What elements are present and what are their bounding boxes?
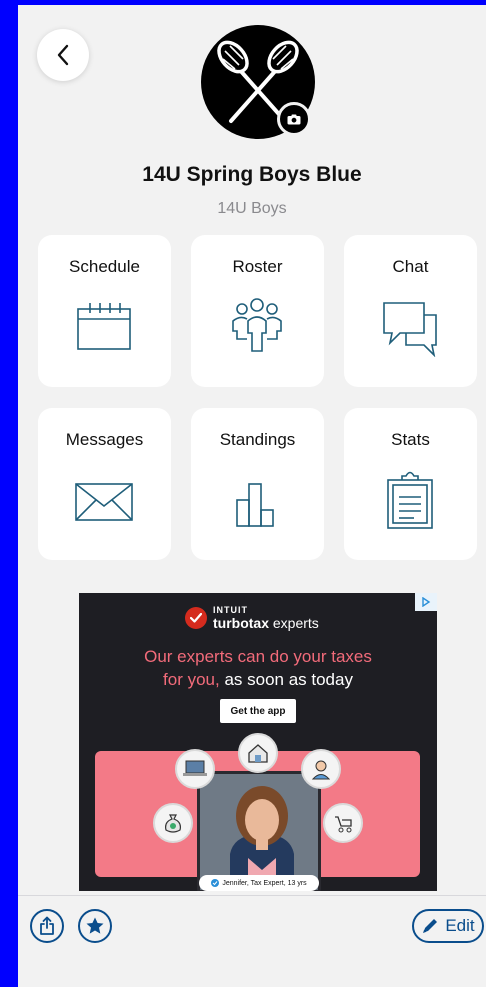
ad-headline: Our experts can do your taxes for you, a… — [79, 645, 437, 691]
tile-stats[interactable]: Stats — [344, 408, 477, 560]
turbotax-logo: INTUIT turbotax experts — [185, 605, 319, 631]
change-photo-button[interactable] — [277, 102, 311, 136]
ad-brand-top: INTUIT — [213, 605, 248, 615]
chevron-left-icon — [57, 44, 69, 66]
expert-caption: Jennifer, Tax Expert, 13 yrs — [199, 875, 319, 891]
tile-label: Schedule — [69, 257, 140, 276]
tile-schedule[interactable]: Schedule — [38, 235, 171, 387]
calendar-icon — [77, 303, 131, 350]
tile-standings[interactable]: Standings — [191, 408, 324, 560]
ad-brand-rest: experts — [269, 615, 319, 631]
ad-brand-bold: turbotax — [213, 615, 269, 631]
team-division: 14U Boys — [217, 200, 287, 217]
star-icon — [86, 917, 104, 934]
envelope-icon — [75, 483, 133, 521]
edit-button[interactable]: Edit — [412, 909, 484, 943]
pencil-icon — [423, 919, 438, 933]
chat-bubbles-icon — [383, 302, 437, 357]
laptop-icon — [175, 749, 215, 789]
checkmark-icon — [185, 607, 207, 629]
tile-label: Stats — [391, 430, 430, 449]
person-icon — [301, 749, 341, 789]
team-name: 14U Spring Boys Blue — [142, 163, 362, 186]
ad-headline-line1: Our experts can do your taxes — [144, 647, 372, 666]
share-button[interactable] — [30, 909, 64, 943]
get-the-app-button[interactable]: Get the app — [220, 699, 296, 723]
tile-messages[interactable]: Messages — [38, 408, 171, 560]
back-button[interactable] — [37, 29, 89, 81]
ad-headline-line2b: as soon as today — [224, 670, 353, 689]
stroller-icon — [323, 803, 363, 843]
money-bag-icon — [153, 803, 193, 843]
clipboard-icon — [387, 471, 433, 529]
tile-label: Chat — [392, 257, 429, 276]
favorite-button[interactable] — [78, 909, 112, 943]
tile-label: Standings — [219, 430, 296, 449]
verified-icon — [211, 879, 220, 887]
share-icon — [40, 916, 54, 935]
team-screen: 14U Spring Boys Blue 14U Boys Schedule R… — [18, 5, 486, 987]
bar-chart-icon — [236, 483, 274, 527]
tile-roster[interactable]: Roster — [191, 235, 324, 387]
expert-photo — [197, 771, 321, 891]
expert-caption-text: Jennifer, Tax Expert, 13 yrs — [222, 879, 307, 887]
tile-label: Roster — [232, 257, 283, 276]
tile-chat[interactable]: Chat — [344, 235, 477, 387]
ad-headline-line2a: for you, — [163, 670, 225, 689]
bottom-toolbar: Edit — [18, 895, 486, 987]
camera-icon — [287, 114, 301, 124]
adchoices-icon[interactable] — [415, 593, 437, 611]
house-icon — [238, 733, 278, 773]
tile-label: Messages — [65, 430, 144, 449]
people-icon — [232, 298, 282, 352]
edit-label: Edit — [445, 916, 475, 935]
turbotax-ad[interactable]: INTUIT turbotax experts Our experts can … — [79, 593, 437, 891]
